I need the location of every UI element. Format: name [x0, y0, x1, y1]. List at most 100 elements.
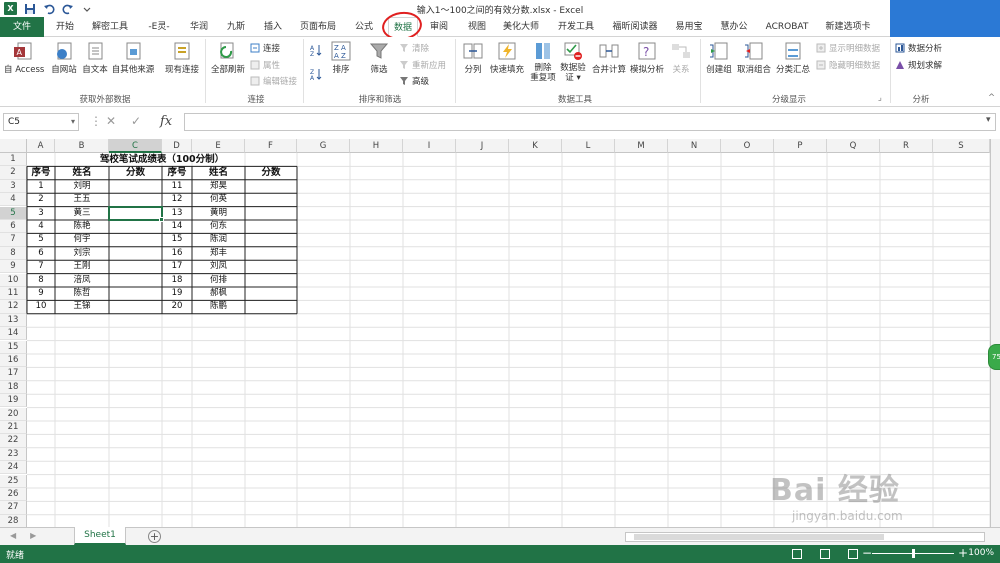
column-header-o[interactable]: O [721, 139, 774, 153]
column-header-c[interactable]: C [109, 139, 162, 153]
text-to-columns-button[interactable]: 分列 [460, 41, 486, 75]
data-analysis-button[interactable]: 数据分析 [895, 42, 942, 54]
tab-15[interactable]: 易用宝 [672, 17, 706, 37]
column-header-e[interactable]: E [192, 139, 245, 153]
connections-button[interactable]: 连接 [250, 42, 280, 54]
table-cell[interactable]: 陈哲 [55, 287, 109, 300]
tab-18[interactable]: 新建选项卡 [823, 17, 873, 37]
column-header-g[interactable]: G [297, 139, 350, 153]
row-header-10[interactable]: 10 [0, 273, 27, 287]
show-detail-button[interactable]: 显示明细数据 [816, 42, 880, 54]
row-header-20[interactable]: 20 [0, 407, 27, 421]
table-cell[interactable]: 郑丰 [192, 247, 245, 260]
next-sheet-icon[interactable]: ▶ [30, 531, 36, 540]
row-header-25[interactable]: 25 [0, 474, 27, 488]
table-header-cell[interactable]: 分数 [245, 166, 297, 179]
sort-button[interactable]: Z AA Z 排序 [328, 41, 354, 75]
table-cell[interactable]: 17 [162, 260, 192, 273]
page-layout-view-icon[interactable] [820, 549, 830, 559]
table-cell[interactable]: 16 [162, 247, 192, 260]
consolidate-button[interactable]: 合并计算 [590, 41, 628, 75]
refresh-all-button[interactable]: 全部刷新 [208, 41, 248, 75]
column-header-q[interactable]: Q [827, 139, 880, 153]
tab-8[interactable]: 公式 [351, 17, 377, 37]
table-cell[interactable]: 何英 [192, 193, 245, 206]
row-header-17[interactable]: 17 [0, 367, 27, 381]
column-header-j[interactable]: J [456, 139, 509, 153]
relationships-button[interactable]: 关系 [668, 41, 694, 75]
group-rows-button[interactable]: 创建组 [704, 41, 734, 75]
table-cell[interactable]: 9 [27, 287, 55, 300]
remove-duplicates-button[interactable]: 删除 重复项 [528, 41, 558, 83]
table-cell[interactable]: 14 [162, 220, 192, 233]
row-header-7[interactable]: 7 [0, 233, 27, 247]
table-cell[interactable]: 黄三 [55, 207, 109, 220]
column-header-m[interactable]: M [615, 139, 668, 153]
insert-function-icon[interactable]: fx [160, 114, 172, 129]
column-header-l[interactable]: L [562, 139, 615, 153]
table-cell[interactable]: 13 [162, 207, 192, 220]
zoom-level[interactable]: 100% [968, 548, 994, 558]
table-cell[interactable]: 何宇 [55, 233, 109, 246]
table-cell[interactable]: 10 [27, 300, 55, 313]
row-header-3[interactable]: 3 [0, 179, 27, 194]
table-cell[interactable]: 郑昊 [192, 180, 245, 193]
edit-links-button[interactable]: 编辑链接 [250, 75, 297, 87]
page-break-view-icon[interactable] [848, 549, 858, 559]
row-header-6[interactable]: 6 [0, 220, 27, 234]
zoom-out-icon[interactable]: − [862, 546, 872, 560]
table-cell[interactable]: 18 [162, 274, 192, 287]
floating-helper-icon[interactable]: 75 [988, 344, 1000, 370]
table-cell[interactable]: 2 [27, 193, 55, 206]
from-other-sources-button[interactable]: 自其他来源 [109, 41, 157, 75]
row-header-4[interactable]: 4 [0, 193, 27, 207]
row-header-14[interactable]: 14 [0, 327, 27, 341]
scroll-thumb[interactable] [634, 534, 884, 540]
table-header-cell[interactable]: 姓名 [192, 166, 245, 179]
tab-5[interactable]: 九斯 [223, 17, 249, 37]
row-header-21[interactable]: 21 [0, 421, 27, 435]
tab-17[interactable]: ACROBAT [763, 17, 811, 37]
add-sheet-icon[interactable]: + [148, 530, 161, 543]
row-header-22[interactable]: 22 [0, 434, 27, 448]
what-if-analysis-button[interactable]: ? 模拟分析 [628, 41, 666, 75]
table-cell[interactable]: 刘明 [55, 180, 109, 193]
formula-input[interactable] [184, 113, 996, 131]
collapse-ribbon-icon[interactable]: ^ [988, 93, 995, 103]
data-validation-button[interactable]: 数据验 证 ▾ [558, 41, 588, 83]
enter-icon[interactable]: ✓ [131, 114, 141, 128]
table-header-cell[interactable]: 序号 [27, 166, 55, 179]
from-web-button[interactable]: 自网站 [48, 41, 80, 75]
table-cell[interactable]: 1 [27, 180, 55, 193]
solver-button[interactable]: 规划求解 [895, 59, 942, 71]
cancel-icon[interactable]: ✕ [106, 114, 116, 128]
row-header-27[interactable]: 27 [0, 501, 27, 515]
table-cell[interactable]: 8 [27, 274, 55, 287]
row-header-13[interactable]: 13 [0, 313, 27, 328]
subtotal-button[interactable]: 分类汇总 [774, 41, 812, 75]
row-header-1[interactable]: 1 [0, 153, 27, 167]
table-cell[interactable]: 陈鹏 [192, 300, 245, 313]
tab-6[interactable]: 插入 [260, 17, 286, 37]
row-header-15[interactable]: 15 [0, 340, 27, 354]
name-box[interactable]: C5 ▾ [3, 113, 79, 131]
column-header-k[interactable]: K [509, 139, 562, 153]
tab-14[interactable]: 福昕阅读器 [610, 17, 660, 37]
sort-ascending-button[interactable]: AZ [310, 43, 322, 58]
row-header-26[interactable]: 26 [0, 488, 27, 502]
table-cell[interactable]: 6 [27, 247, 55, 260]
row-header-18[interactable]: 18 [0, 380, 27, 395]
row-header-24[interactable]: 24 [0, 461, 27, 475]
table-cell[interactable]: 刘凤 [192, 260, 245, 273]
table-cell[interactable]: 15 [162, 233, 192, 246]
table-header-cell[interactable]: 序号 [162, 166, 192, 179]
select-all-corner[interactable] [0, 139, 27, 153]
table-cell[interactable]: 王刚 [55, 260, 109, 273]
row-header-5[interactable]: 5 [0, 206, 27, 220]
table-cell[interactable]: 刘宗 [55, 247, 109, 260]
existing-connections-button[interactable]: 现有连接 [162, 41, 202, 75]
row-header-8[interactable]: 8 [0, 246, 27, 261]
column-header-a[interactable]: A [27, 139, 55, 153]
table-cell[interactable]: 7 [27, 260, 55, 273]
tab-10[interactable]: 审阅 [426, 17, 452, 37]
